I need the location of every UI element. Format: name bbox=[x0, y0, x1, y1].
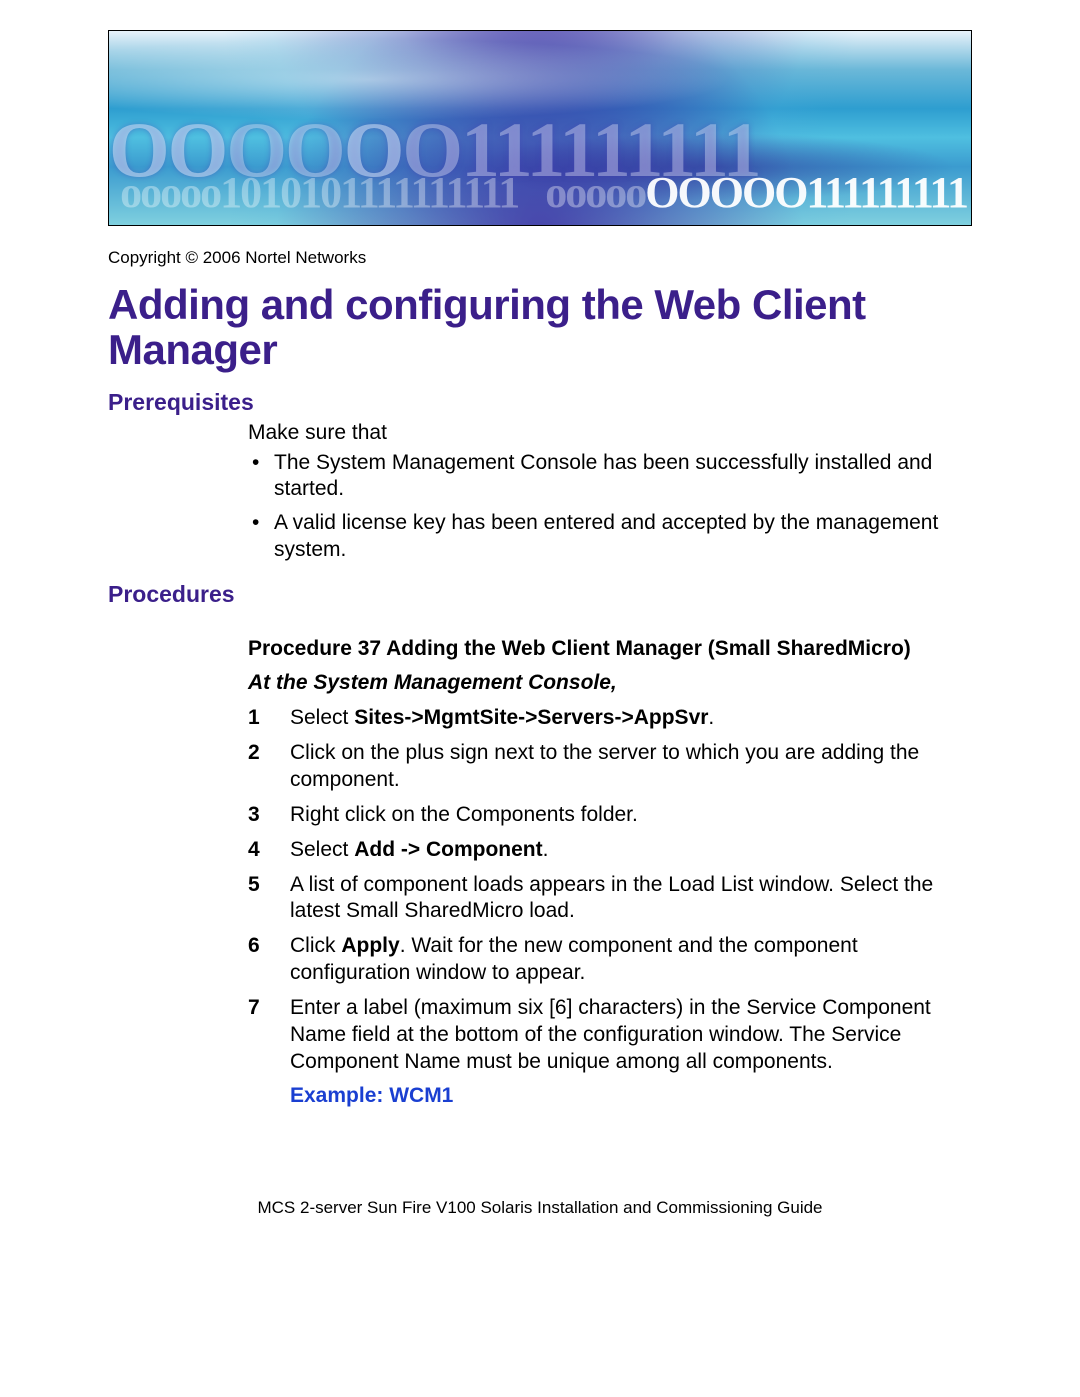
document-page: OOOOOO111111111 ooooo1010101111111111 oo… bbox=[0, 0, 1080, 1258]
header-banner-image: OOOOOO111111111 ooooo1010101111111111 oo… bbox=[108, 30, 972, 226]
procedure-step: Click Apply. Wait for the new component … bbox=[248, 933, 972, 987]
procedure-step: Click on the plus sign next to the serve… bbox=[248, 740, 972, 794]
step-suffix: . bbox=[543, 838, 549, 861]
step-prefix: Select bbox=[290, 706, 354, 729]
step-bold: Add -> Component bbox=[354, 838, 542, 861]
copyright-text: Copyright © 2006 Nortel Networks bbox=[108, 248, 972, 268]
procedure-block: Procedure 37 Adding the Web Client Manag… bbox=[248, 636, 972, 1108]
step-suffix: . bbox=[708, 706, 714, 729]
procedure-step: Right click on the Components folder. bbox=[248, 802, 972, 829]
procedure-example: Example: WCM1 bbox=[290, 1084, 972, 1108]
page-title: Adding and configuring the Web Client Ma… bbox=[108, 282, 972, 373]
procedure-steps: Select Sites->MgmtSite->Servers->AppSvr.… bbox=[248, 705, 972, 1076]
prereq-intro: Make sure that bbox=[248, 420, 972, 446]
page-footer: MCS 2-server Sun Fire V100 Solaris Insta… bbox=[108, 1198, 972, 1218]
step-bold: Apply bbox=[341, 934, 399, 957]
procedure-step: Select Add -> Component. bbox=[248, 837, 972, 864]
prereq-item: The System Management Console has been s… bbox=[248, 450, 972, 503]
procedure-title: Procedure 37 Adding the Web Client Manag… bbox=[248, 636, 972, 661]
procedure-step: Select Sites->MgmtSite->Servers->AppSvr. bbox=[248, 705, 972, 732]
procedure-step: A list of component loads appears in the… bbox=[248, 872, 972, 926]
procedure-step: Enter a label (maximum six [6] character… bbox=[248, 995, 972, 1076]
step-plain: Click on the plus sign next to the serve… bbox=[290, 741, 919, 791]
step-plain: A list of component loads appears in the… bbox=[290, 873, 933, 923]
prereq-list: The System Management Console has been s… bbox=[248, 450, 972, 563]
step-plain: Enter a label (maximum six [6] character… bbox=[290, 996, 931, 1073]
step-bold: Sites->MgmtSite->Servers->AppSvr bbox=[354, 706, 708, 729]
procedure-context: At the System Management Console, bbox=[248, 671, 972, 695]
prereq-item: A valid license key has been entered and… bbox=[248, 510, 972, 563]
step-prefix: Click bbox=[290, 934, 341, 957]
section-prerequisites-heading: Prerequisites bbox=[108, 389, 972, 416]
section-procedures-heading: Procedures bbox=[108, 581, 972, 608]
step-prefix: Select bbox=[290, 838, 354, 861]
step-plain: Right click on the Components folder. bbox=[290, 803, 638, 826]
